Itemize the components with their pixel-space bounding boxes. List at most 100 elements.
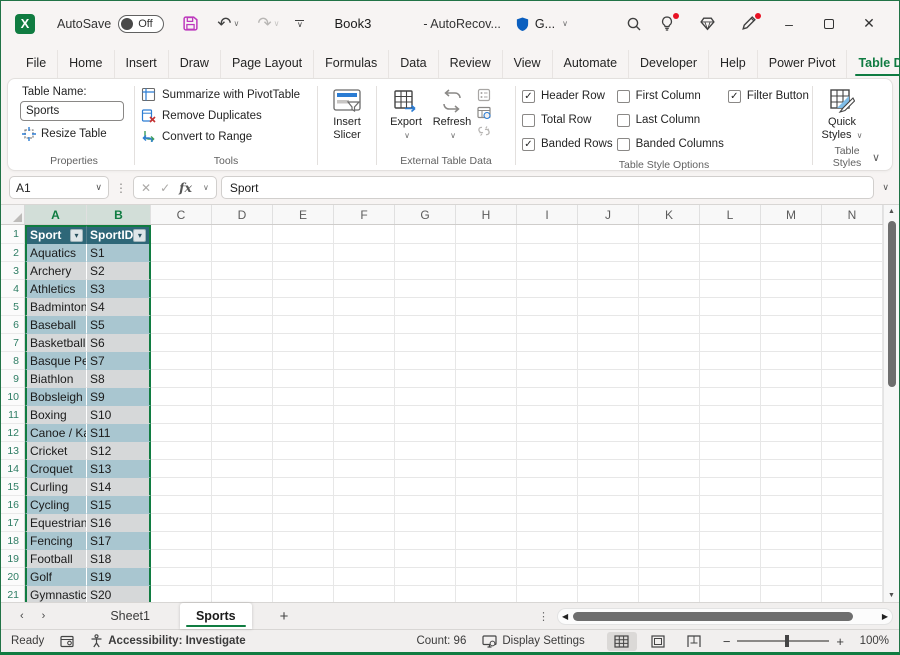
cell-G15[interactable] [395, 478, 456, 496]
cell-N10[interactable] [822, 388, 883, 406]
cell-L1[interactable] [700, 225, 761, 244]
cell-K9[interactable] [639, 370, 700, 388]
cell-A7[interactable]: Basketball [25, 334, 87, 352]
checkbox-banded-rows[interactable]: ✓Banded Rows [522, 132, 613, 156]
cell-D19[interactable] [212, 550, 273, 568]
cell-F11[interactable] [334, 406, 395, 424]
cell-C13[interactable] [151, 442, 212, 460]
cell-D13[interactable] [212, 442, 273, 460]
table-name-input[interactable] [20, 101, 124, 121]
cell-K7[interactable] [639, 334, 700, 352]
cell-N11[interactable] [822, 406, 883, 424]
tab-view[interactable]: View [503, 50, 553, 78]
cell-A13[interactable]: Cricket [25, 442, 87, 460]
cell-F4[interactable] [334, 280, 395, 298]
tab-home[interactable]: Home [58, 50, 114, 78]
cell-J5[interactable] [578, 298, 639, 316]
cell-F17[interactable] [334, 514, 395, 532]
cell-B15[interactable]: S14 [87, 478, 151, 496]
cell-B4[interactable]: S3 [87, 280, 151, 298]
add-sheet-button[interactable]: + [280, 608, 289, 625]
cell-H5[interactable] [456, 298, 517, 316]
cell-E7[interactable] [273, 334, 334, 352]
cell-G2[interactable] [395, 244, 456, 262]
cell-H15[interactable] [456, 478, 517, 496]
cell-B14[interactable]: S13 [87, 460, 151, 478]
cell-J10[interactable] [578, 388, 639, 406]
cell-B11[interactable]: S10 [87, 406, 151, 424]
tab-developer[interactable]: Developer [629, 50, 709, 78]
cell-I18[interactable] [517, 532, 578, 550]
cell-G16[interactable] [395, 496, 456, 514]
editor-button[interactable] [728, 11, 769, 36]
name-box[interactable]: A1 ∨ [9, 176, 109, 199]
cell-B2[interactable]: S1 [87, 244, 151, 262]
refresh-button[interactable]: Refresh ∨ [429, 84, 475, 142]
cell-M8[interactable] [761, 352, 822, 370]
cell-E21[interactable] [273, 586, 334, 602]
cell-N6[interactable] [822, 316, 883, 334]
cell-M19[interactable] [761, 550, 822, 568]
checkbox-filter-button[interactable]: ✓Filter Button [728, 84, 808, 108]
cell-E5[interactable] [273, 298, 334, 316]
cell-M5[interactable] [761, 298, 822, 316]
cell-K2[interactable] [639, 244, 700, 262]
cell-J18[interactable] [578, 532, 639, 550]
cell-M10[interactable] [761, 388, 822, 406]
tab-page-layout[interactable]: Page Layout [221, 50, 314, 78]
cell-A5[interactable]: Badminton [25, 298, 87, 316]
cell-C12[interactable] [151, 424, 212, 442]
cell-K20[interactable] [639, 568, 700, 586]
cell-L12[interactable] [700, 424, 761, 442]
cell-D8[interactable] [212, 352, 273, 370]
cell-H2[interactable] [456, 244, 517, 262]
cell-K12[interactable] [639, 424, 700, 442]
cell-L4[interactable] [700, 280, 761, 298]
checkbox-last-column[interactable]: Last Column [617, 108, 724, 132]
open-in-browser-icon[interactable] [477, 106, 491, 120]
column-header-k[interactable]: K [639, 205, 700, 224]
cell-F13[interactable] [334, 442, 395, 460]
column-header-b[interactable]: B [87, 205, 151, 224]
zoom-slider-thumb[interactable] [785, 635, 789, 647]
cell-G11[interactable] [395, 406, 456, 424]
cell-A18[interactable]: Fencing [25, 532, 87, 550]
cell-D6[interactable] [212, 316, 273, 334]
prev-sheet-button[interactable]: ‹ [11, 610, 33, 622]
cell-J14[interactable] [578, 460, 639, 478]
cell-B6[interactable]: S5 [87, 316, 151, 334]
cell-C1[interactable] [151, 225, 212, 244]
cell-A20[interactable]: Golf [25, 568, 87, 586]
cell-E18[interactable] [273, 532, 334, 550]
tab-power-pivot[interactable]: Power Pivot [758, 50, 848, 78]
cell-M3[interactable] [761, 262, 822, 280]
vertical-scrollbar[interactable]: ▲ ▼ [883, 205, 899, 602]
cell-F3[interactable] [334, 262, 395, 280]
cell-N18[interactable] [822, 532, 883, 550]
cell-N1[interactable] [822, 225, 883, 244]
cell-J3[interactable] [578, 262, 639, 280]
cell-I3[interactable] [517, 262, 578, 280]
cell-H7[interactable] [456, 334, 517, 352]
cell-N13[interactable] [822, 442, 883, 460]
cell-J15[interactable] [578, 478, 639, 496]
cell-A11[interactable]: Boxing [25, 406, 87, 424]
cell-M18[interactable] [761, 532, 822, 550]
cell-I5[interactable] [517, 298, 578, 316]
remove-duplicates-button[interactable]: Remove Duplicates [141, 105, 311, 126]
checkbox-icon[interactable] [522, 114, 535, 127]
cell-G8[interactable] [395, 352, 456, 370]
cell-N20[interactable] [822, 568, 883, 586]
cell-N21[interactable] [822, 586, 883, 602]
cell-L2[interactable] [700, 244, 761, 262]
cell-C20[interactable] [151, 568, 212, 586]
cell-E17[interactable] [273, 514, 334, 532]
cell-G20[interactable] [395, 568, 456, 586]
cell-I2[interactable] [517, 244, 578, 262]
cell-I13[interactable] [517, 442, 578, 460]
cell-G21[interactable] [395, 586, 456, 602]
chevron-down-icon[interactable]: ∨ [233, 19, 239, 28]
checkbox-first-column[interactable]: First Column [617, 84, 724, 108]
export-button[interactable]: Export ∨ [383, 84, 429, 142]
vertical-scroll-thumb[interactable] [888, 221, 896, 387]
